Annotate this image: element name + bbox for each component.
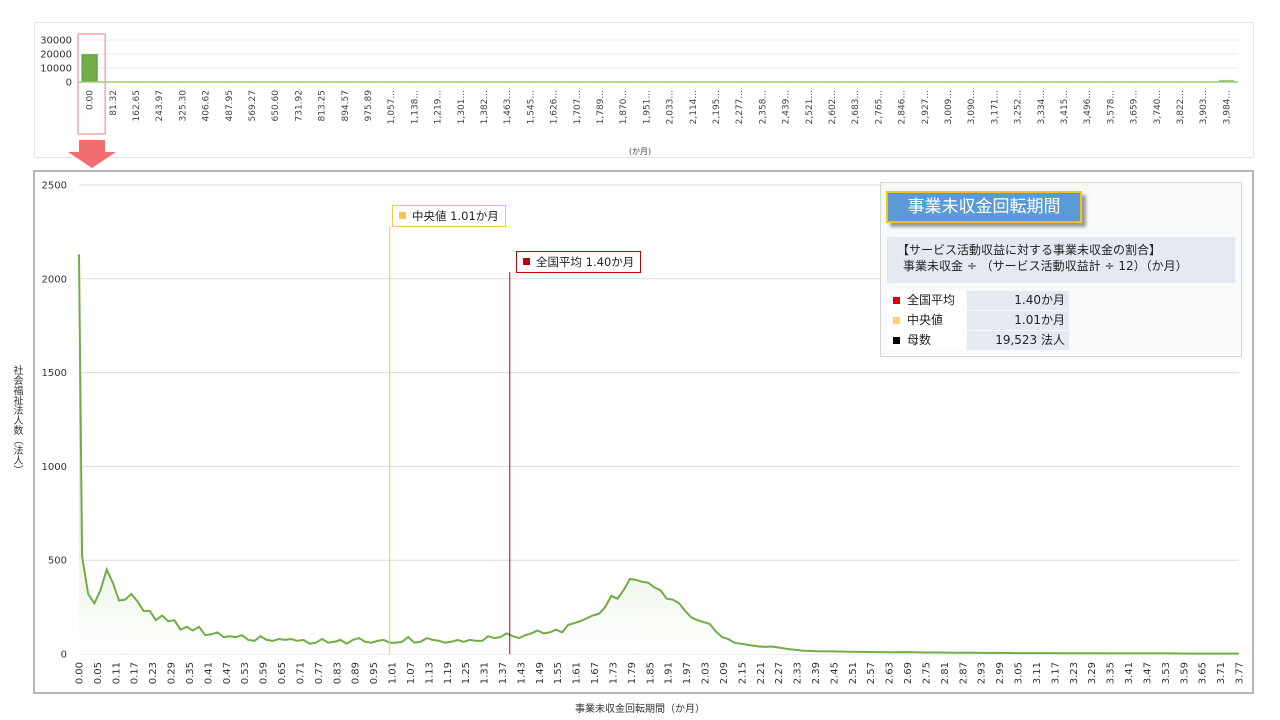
x-tick-label: 0.17 <box>130 662 141 684</box>
x-tick-label: 3.41 <box>1124 662 1135 684</box>
x-tick-label: 2.03 <box>701 662 712 684</box>
x-tick-label: 3.59 <box>1179 662 1190 684</box>
x-tick-label: 2.39 <box>811 662 822 684</box>
x-tick-label: 2.27 <box>774 662 785 684</box>
x-tick-label: 2.15 <box>737 662 748 684</box>
x-tick-label: 2.33 <box>793 662 804 684</box>
info-title: 事業未収金回転期間 <box>886 191 1082 223</box>
x-tick-label: 3.17 <box>1050 662 1061 684</box>
x-tick-label: 0.29 <box>167 662 178 684</box>
x-tick-label: 0.77 <box>314 662 325 684</box>
square-icon <box>523 258 530 265</box>
median-annotation-text: 中央値 1.01か月 <box>412 209 499 223</box>
info-row-label: 全国平均 <box>907 293 956 307</box>
y-tick-label: 1500 <box>42 368 67 379</box>
square-icon <box>893 337 900 344</box>
x-tick-label: 3.47 <box>1142 662 1153 684</box>
x-tick-label: 0.59 <box>259 662 270 684</box>
x-tick-label: 0.71 <box>295 662 306 684</box>
x-tick-label: 1.67 <box>590 662 601 684</box>
mean-annotation-text: 全国平均 1.40か月 <box>536 255 635 269</box>
x-tick-label: 1.79 <box>627 662 638 684</box>
x-tick-label: 1.19 <box>443 662 454 684</box>
x-tick-label: 0.23 <box>148 662 159 684</box>
x-tick-label: 1.13 <box>424 662 435 684</box>
x-tick-label: 2.09 <box>719 662 730 684</box>
y-tick-label: 500 <box>48 556 67 567</box>
median-annotation: 中央値 1.01か月 <box>392 205 506 227</box>
x-tick-label: 2.45 <box>829 662 840 684</box>
y-axis-label: 社会福祉法人数（法人） <box>11 365 22 475</box>
x-tick-label: 2.75 <box>921 662 932 684</box>
y-tick-label: 0 <box>61 650 67 661</box>
info-row-value: 19,523 法人 <box>967 331 1069 350</box>
x-tick-label: 2.21 <box>756 662 767 684</box>
x-tick-label: 3.29 <box>1087 662 1098 684</box>
x-tick-label: 0.83 <box>332 662 343 684</box>
square-icon <box>893 297 900 304</box>
x-tick-label: 1.91 <box>664 662 675 684</box>
x-tick-label: 3.65 <box>1198 662 1209 684</box>
x-tick-label: 2.93 <box>977 662 988 684</box>
info-row-label: 中央値 <box>907 313 944 327</box>
x-tick-label: 3.23 <box>1069 662 1080 684</box>
x-tick-label: 1.01 <box>388 662 399 684</box>
x-tick-label: 2.99 <box>995 662 1006 684</box>
x-tick-label: 2.81 <box>940 662 951 684</box>
info-panel: 事業未収金回転期間 【サービス活動収益に対する事業未収金の割合】 事業未収金 ÷… <box>880 182 1242 357</box>
square-icon <box>893 317 900 324</box>
x-tick-label: 0.53 <box>240 662 251 684</box>
x-tick-label: 1.37 <box>498 662 509 684</box>
y-tick-label: 2000 <box>42 274 67 285</box>
info-row-label: 母数 <box>907 333 932 347</box>
x-tick-label: 3.35 <box>1106 662 1117 684</box>
x-tick-label: 0.35 <box>185 662 196 684</box>
info-row-value: 1.01か月 <box>967 311 1069 330</box>
mean-annotation: 全国平均 1.40か月 <box>516 251 642 273</box>
y-tick-label: 2500 <box>42 181 67 192</box>
x-tick-label: 3.77 <box>1235 662 1246 684</box>
x-tick-label: 0.41 <box>203 662 214 684</box>
x-tick-label: 1.85 <box>645 662 656 684</box>
x-tick-label: 0.05 <box>93 662 104 684</box>
x-tick-label: 1.07 <box>406 662 417 684</box>
x-tick-label: 3.11 <box>1032 662 1043 684</box>
x-tick-label: 0.11 <box>111 662 122 684</box>
x-tick-label: 0.65 <box>277 662 288 684</box>
y-tick-label: 1000 <box>42 462 67 473</box>
x-tick-label: 2.63 <box>885 662 896 684</box>
x-tick-label: 1.49 <box>535 662 546 684</box>
x-tick-label: 3.71 <box>1216 662 1227 684</box>
formula-line-2: 事業未収金 ÷ （サービス活動収益計 ÷ 12）（か月） <box>903 259 1188 273</box>
x-tick-label: 2.57 <box>866 662 877 684</box>
x-tick-label: 0.47 <box>222 662 233 684</box>
x-tick-label: 0.89 <box>351 662 362 684</box>
x-tick-label: 1.25 <box>461 662 472 684</box>
x-axis-label: 事業未収金回転期間（か月） <box>575 704 705 715</box>
formula-line-1: 【サービス活動収益に対する事業未収金の割合】 <box>897 243 1162 257</box>
x-tick-label: 1.55 <box>553 662 564 684</box>
x-tick-label: 1.61 <box>572 662 583 684</box>
x-tick-label: 3.53 <box>1161 662 1172 684</box>
x-tick-label: 2.87 <box>958 662 969 684</box>
info-row-value: 1.40か月 <box>967 291 1069 310</box>
x-tick-label: 3.05 <box>1014 662 1025 684</box>
square-icon <box>399 212 406 219</box>
x-tick-label: 0.00 <box>75 662 86 684</box>
x-tick-label: 1.73 <box>608 662 619 684</box>
x-tick-label: 2.51 <box>848 662 859 684</box>
main-area-chart: 0 500 1000 1500 2000 2500 0.00 0.05 0.11 0.17 0.23… <box>42 181 1246 685</box>
x-tick-label: 0.95 <box>369 662 380 684</box>
x-tick-label: 1.43 <box>516 662 527 684</box>
formula-box: 【サービス活動収益に対する事業未収金の割合】 事業未収金 ÷ （サービス活動収益… <box>887 237 1235 283</box>
x-tick-label: 2.69 <box>903 662 914 684</box>
x-tick-label: 1.97 <box>682 662 693 684</box>
x-tick-label: 1.31 <box>480 662 491 684</box>
